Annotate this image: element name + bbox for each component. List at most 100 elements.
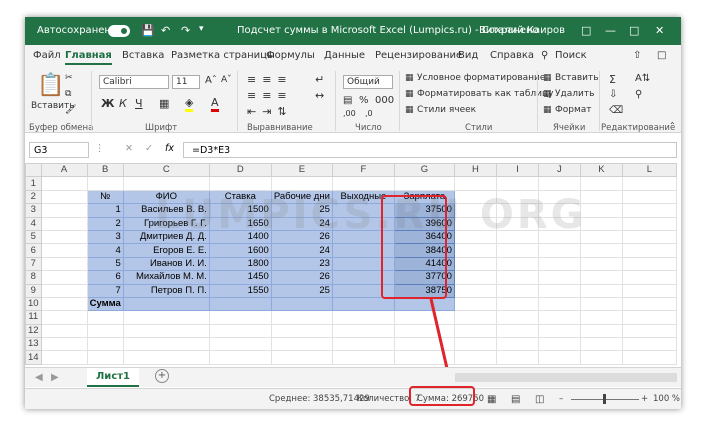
row-header[interactable]: 9 (25, 283, 42, 298)
cell[interactable] (495, 337, 539, 352)
format-as-table-button[interactable]: Форматировать как таблицу (417, 89, 553, 99)
format-painter-icon[interactable]: 🖌 (65, 105, 76, 115)
undo-icon[interactable]: ↶ (161, 24, 170, 37)
cell[interactable] (621, 229, 677, 245)
zoom-out-icon[interactable]: – (559, 394, 563, 404)
cell[interactable] (495, 270, 539, 285)
table-cell[interactable]: 2 (86, 216, 124, 231)
column-header[interactable]: D (208, 162, 272, 178)
cell[interactable] (208, 337, 272, 352)
row-header[interactable]: 1 (25, 176, 42, 191)
sheet-tab-list1[interactable]: Лист1 (87, 368, 139, 387)
cell[interactable] (86, 337, 124, 352)
page-break-view-icon[interactable]: ◫ (535, 394, 544, 405)
cell[interactable] (537, 310, 581, 325)
cell[interactable] (40, 270, 88, 285)
page-layout-view-icon[interactable]: ▤ (511, 394, 520, 405)
cell[interactable] (331, 323, 395, 339)
table-cell[interactable]: 24 (270, 216, 333, 231)
row-header[interactable]: 4 (25, 216, 42, 231)
cell[interactable] (495, 203, 539, 218)
cell[interactable] (621, 243, 677, 258)
select-all-corner[interactable] (25, 162, 42, 178)
table-cell[interactable]: 1600 (208, 243, 272, 258)
cell[interactable] (208, 323, 272, 339)
cell[interactable] (621, 283, 677, 298)
cell[interactable] (40, 350, 88, 365)
format-cells-icon[interactable]: ▦ (543, 105, 552, 115)
cell[interactable] (579, 243, 623, 258)
conditional-format-button[interactable]: Условное форматирование (417, 73, 545, 83)
find-select-icon[interactable]: ⚲ (635, 89, 642, 100)
row-header[interactable]: 3 (25, 203, 42, 218)
cell[interactable] (40, 337, 88, 352)
cell[interactable] (621, 296, 677, 312)
table-cell[interactable]: 24 (270, 243, 333, 258)
cell[interactable] (621, 216, 677, 231)
cell[interactable] (208, 176, 272, 191)
cell[interactable] (453, 283, 497, 298)
indent-icons[interactable]: ⇤⇥⇅ (247, 105, 293, 118)
tab-home[interactable]: Главная (65, 50, 112, 65)
table-cell[interactable]: 25 (270, 283, 333, 298)
borders-icon[interactable]: ▦ (159, 97, 169, 110)
formula-input[interactable]: =D3*E3 (183, 142, 677, 158)
confirm-formula-icon[interactable]: ✓ (145, 143, 153, 154)
zoom-in-icon[interactable]: + (641, 394, 648, 404)
row-header[interactable]: 10 (25, 296, 42, 312)
tab-insert[interactable]: Вставка (122, 50, 164, 61)
column-header[interactable]: J (537, 162, 581, 178)
delete-cells-button[interactable]: Удалить (555, 89, 594, 99)
fill-color-icon[interactable]: ◈ (185, 96, 194, 112)
table-header-cell[interactable]: Ставка (208, 189, 272, 205)
comments-icon[interactable]: □ (657, 50, 666, 61)
cell[interactable] (495, 229, 539, 245)
table-cell[interactable]: 26 (270, 270, 333, 285)
table-header-cell[interactable]: Рабочие дни (270, 189, 333, 205)
table-cell[interactable]: 1800 (208, 256, 272, 272)
decrease-decimal-icon[interactable]: ,0 (365, 109, 373, 118)
table-cell[interactable]: 1450 (208, 270, 272, 285)
table-cell[interactable]: 25 (270, 203, 333, 218)
cell[interactable] (579, 310, 623, 325)
column-header[interactable]: K (579, 162, 623, 178)
cell[interactable] (579, 189, 623, 205)
cell[interactable] (40, 310, 88, 325)
row-header[interactable]: 7 (25, 256, 42, 272)
cell[interactable] (393, 176, 455, 191)
table-cell[interactable]: 23 (270, 256, 333, 272)
table-cell[interactable]: 3 (86, 229, 124, 245)
cell[interactable] (621, 270, 677, 285)
quick-access-dropdown-icon[interactable]: ▾ (199, 24, 204, 34)
cell[interactable] (208, 350, 272, 365)
zoom-slider-thumb[interactable] (603, 394, 606, 404)
cell[interactable] (621, 256, 677, 272)
total-cell[interactable] (122, 296, 210, 312)
table-cell[interactable]: Дмитриев Д. Д. (122, 229, 210, 245)
cell[interactable] (495, 323, 539, 339)
cell[interactable] (122, 337, 210, 352)
cell[interactable] (495, 243, 539, 258)
normal-view-icon[interactable]: ▦ (487, 394, 496, 405)
cell[interactable] (495, 216, 539, 231)
underline-button[interactable]: Ч (135, 97, 143, 110)
insert-function-button[interactable]: fx (165, 143, 174, 154)
total-cell[interactable] (270, 296, 333, 312)
cell[interactable] (537, 256, 581, 272)
cell[interactable] (537, 296, 581, 312)
cell[interactable] (537, 350, 581, 365)
merge-icon[interactable]: ↔ (315, 89, 324, 102)
tab-data[interactable]: Данные (324, 50, 365, 61)
fill-icon[interactable]: ⇩ (609, 89, 617, 100)
cell[interactable] (495, 283, 539, 298)
italic-button[interactable]: К (119, 97, 127, 110)
cell[interactable] (453, 256, 497, 272)
cell[interactable] (621, 350, 677, 365)
conditional-format-icon[interactable]: ▦ (405, 73, 414, 83)
cell[interactable] (86, 310, 124, 325)
cell[interactable] (40, 296, 88, 312)
tab-search[interactable]: Поиск (555, 50, 587, 61)
cell[interactable] (495, 256, 539, 272)
cell[interactable] (537, 229, 581, 245)
cell[interactable] (579, 337, 623, 352)
